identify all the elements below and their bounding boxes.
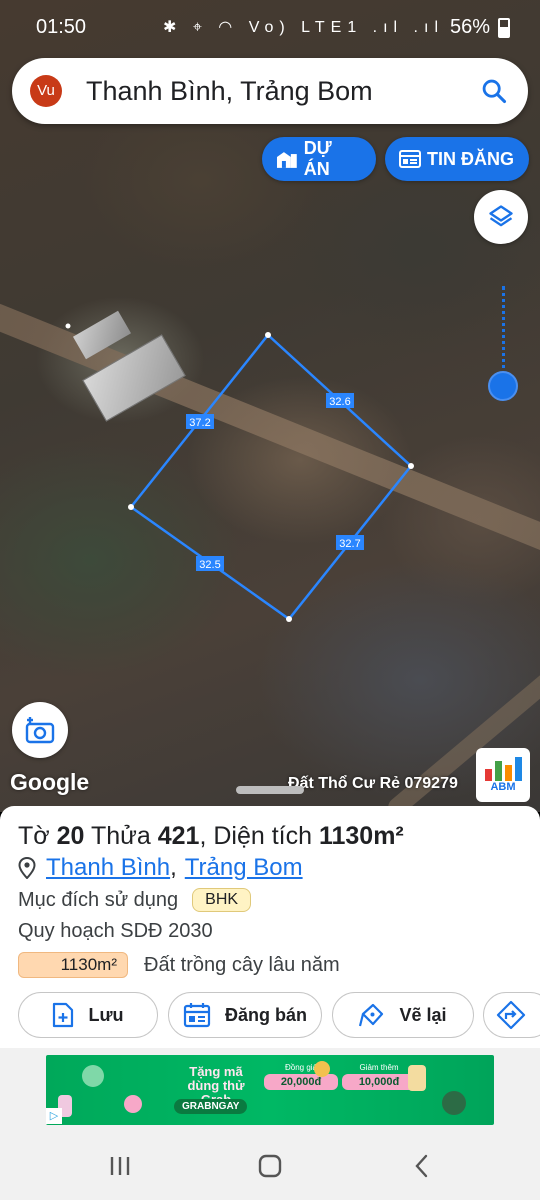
abm-logo[interactable]: ABM	[476, 748, 530, 802]
parcel-vertex[interactable]	[128, 504, 134, 510]
back-icon	[415, 1154, 428, 1178]
listings-label: TIN ĐĂNG	[427, 148, 514, 169]
plan-label: Quy hoạch SDĐ 2030	[18, 920, 213, 942]
district-link[interactable]: Trảng Bom	[185, 854, 303, 882]
directions-icon	[496, 1000, 526, 1030]
parcel-info-sheet: Tờ 20 Thửa 421, Diện tích 1130m² Thanh B…	[0, 806, 540, 1048]
svg-text:32.5: 32.5	[199, 559, 220, 571]
edge-label-left: 37.2	[186, 414, 214, 429]
ad-offer-2: Giảm thêm 10,000đ	[342, 1063, 416, 1090]
ad-strip: Tặng mã dùng thử Grab GRABNGAY Đồng giá …	[0, 1048, 540, 1132]
avatar[interactable]: Vu	[30, 75, 62, 107]
listing-icon	[399, 150, 421, 168]
projects-label: DỰ ÁN	[303, 138, 332, 179]
building-icon	[276, 152, 297, 168]
ward-link[interactable]: Thanh Bình	[46, 854, 170, 882]
ad-gift-icon	[124, 1095, 142, 1113]
status-icons: ✱ ⌖ ◠ Vo) LTE1 .ıl .ıl	[162, 19, 444, 36]
layers-button[interactable]	[474, 190, 528, 244]
layers-icon	[489, 205, 513, 227]
status-time: 01:50	[36, 16, 87, 38]
recents-button[interactable]	[100, 1150, 140, 1182]
redraw-label: Vẽ lại	[399, 1004, 447, 1025]
svg-text:32.7: 32.7	[339, 538, 360, 550]
google-attribution: Google	[10, 769, 90, 795]
recents-icon	[110, 1157, 130, 1175]
ad-helmet-icon	[442, 1091, 466, 1115]
action-row: Lưu Đăng bán Vẽ lại	[0, 992, 540, 1038]
home-icon	[258, 1154, 282, 1178]
edge-label-right: 32.7	[336, 535, 364, 550]
edge-label-bottom: 32.5	[196, 556, 224, 571]
location-pin-icon	[18, 857, 36, 879]
file-add-icon	[53, 1002, 74, 1028]
location-row: Thanh Bình , Trảng Bom	[18, 854, 303, 882]
home-button[interactable]	[250, 1150, 290, 1182]
zoom-slider-handle[interactable]	[488, 371, 518, 401]
parcel-vertex[interactable]	[286, 616, 292, 622]
ad-scooter-icon	[82, 1065, 104, 1087]
ad-choices-icon[interactable]: ▷	[46, 1108, 62, 1124]
pen-icon	[359, 1003, 384, 1027]
svg-text:32.6: 32.6	[329, 396, 350, 408]
camera-plus-icon	[25, 717, 55, 744]
parcel-vertex[interactable]	[265, 332, 271, 338]
plan-area-pill: 1130m²	[18, 952, 128, 978]
directions-button[interactable]	[483, 992, 540, 1038]
ad-coin-icon	[314, 1061, 330, 1077]
calendar-icon	[183, 1003, 211, 1028]
search-bar[interactable]: Vu Thanh Bình, Trảng Bom	[12, 58, 528, 124]
location-separator: ,	[170, 854, 177, 881]
battery-icon	[498, 18, 510, 38]
parcel-vertex[interactable]	[408, 463, 414, 469]
ad-banner[interactable]: Tặng mã dùng thử Grab GRABNGAY Đồng giá …	[46, 1055, 494, 1125]
zoom-slider-track[interactable]	[502, 286, 505, 376]
purpose-label: Mục đích sử dụng	[18, 888, 179, 911]
back-button[interactable]	[402, 1150, 442, 1182]
ad-cta[interactable]: GRABNGAY	[174, 1099, 248, 1114]
battery-percent: 56%	[449, 16, 490, 38]
post-for-sale-button[interactable]: Đăng bán	[168, 992, 322, 1038]
system-nav-bar	[0, 1132, 540, 1200]
add-photo-button[interactable]	[12, 702, 68, 758]
listings-chip[interactable]: TIN ĐĂNG	[385, 137, 529, 181]
parcel-outline	[129, 333, 413, 621]
plan-use-text: Đất trồng cây lâu năm	[144, 953, 340, 976]
search-icon[interactable]	[480, 77, 508, 105]
status-bar: 01:50 ✱ ⌖ ◠ Vo) LTE1 .ıl .ıl 56%	[0, 0, 540, 54]
map-watermark: Đất Thổ Cư Rẻ 079279	[288, 775, 458, 792]
sheet-handle[interactable]	[236, 786, 304, 794]
abm-logo-text: ABM	[490, 781, 516, 793]
search-query[interactable]: Thanh Bình, Trảng Bom	[86, 76, 373, 107]
save-button[interactable]: Lưu	[18, 992, 158, 1038]
map-point	[65, 323, 71, 329]
parcel-title: Tờ 20 Thửa 421, Diện tích 1130m²	[18, 822, 404, 850]
edge-label-top: 32.6	[326, 393, 354, 408]
save-label: Lưu	[88, 1004, 124, 1025]
post-label: Đăng bán	[224, 1004, 307, 1025]
ad-cup-icon	[408, 1065, 426, 1091]
purpose-row: Mục đích sử dụng BHK	[18, 888, 252, 912]
svg-text:37.2: 37.2	[189, 417, 210, 429]
plan-area-row: 1130m² Đất trồng cây lâu năm	[18, 952, 340, 978]
redraw-button[interactable]: Vẽ lại	[332, 992, 474, 1038]
projects-chip[interactable]: DỰ ÁN	[262, 137, 376, 181]
purpose-badge: BHK	[192, 888, 252, 912]
